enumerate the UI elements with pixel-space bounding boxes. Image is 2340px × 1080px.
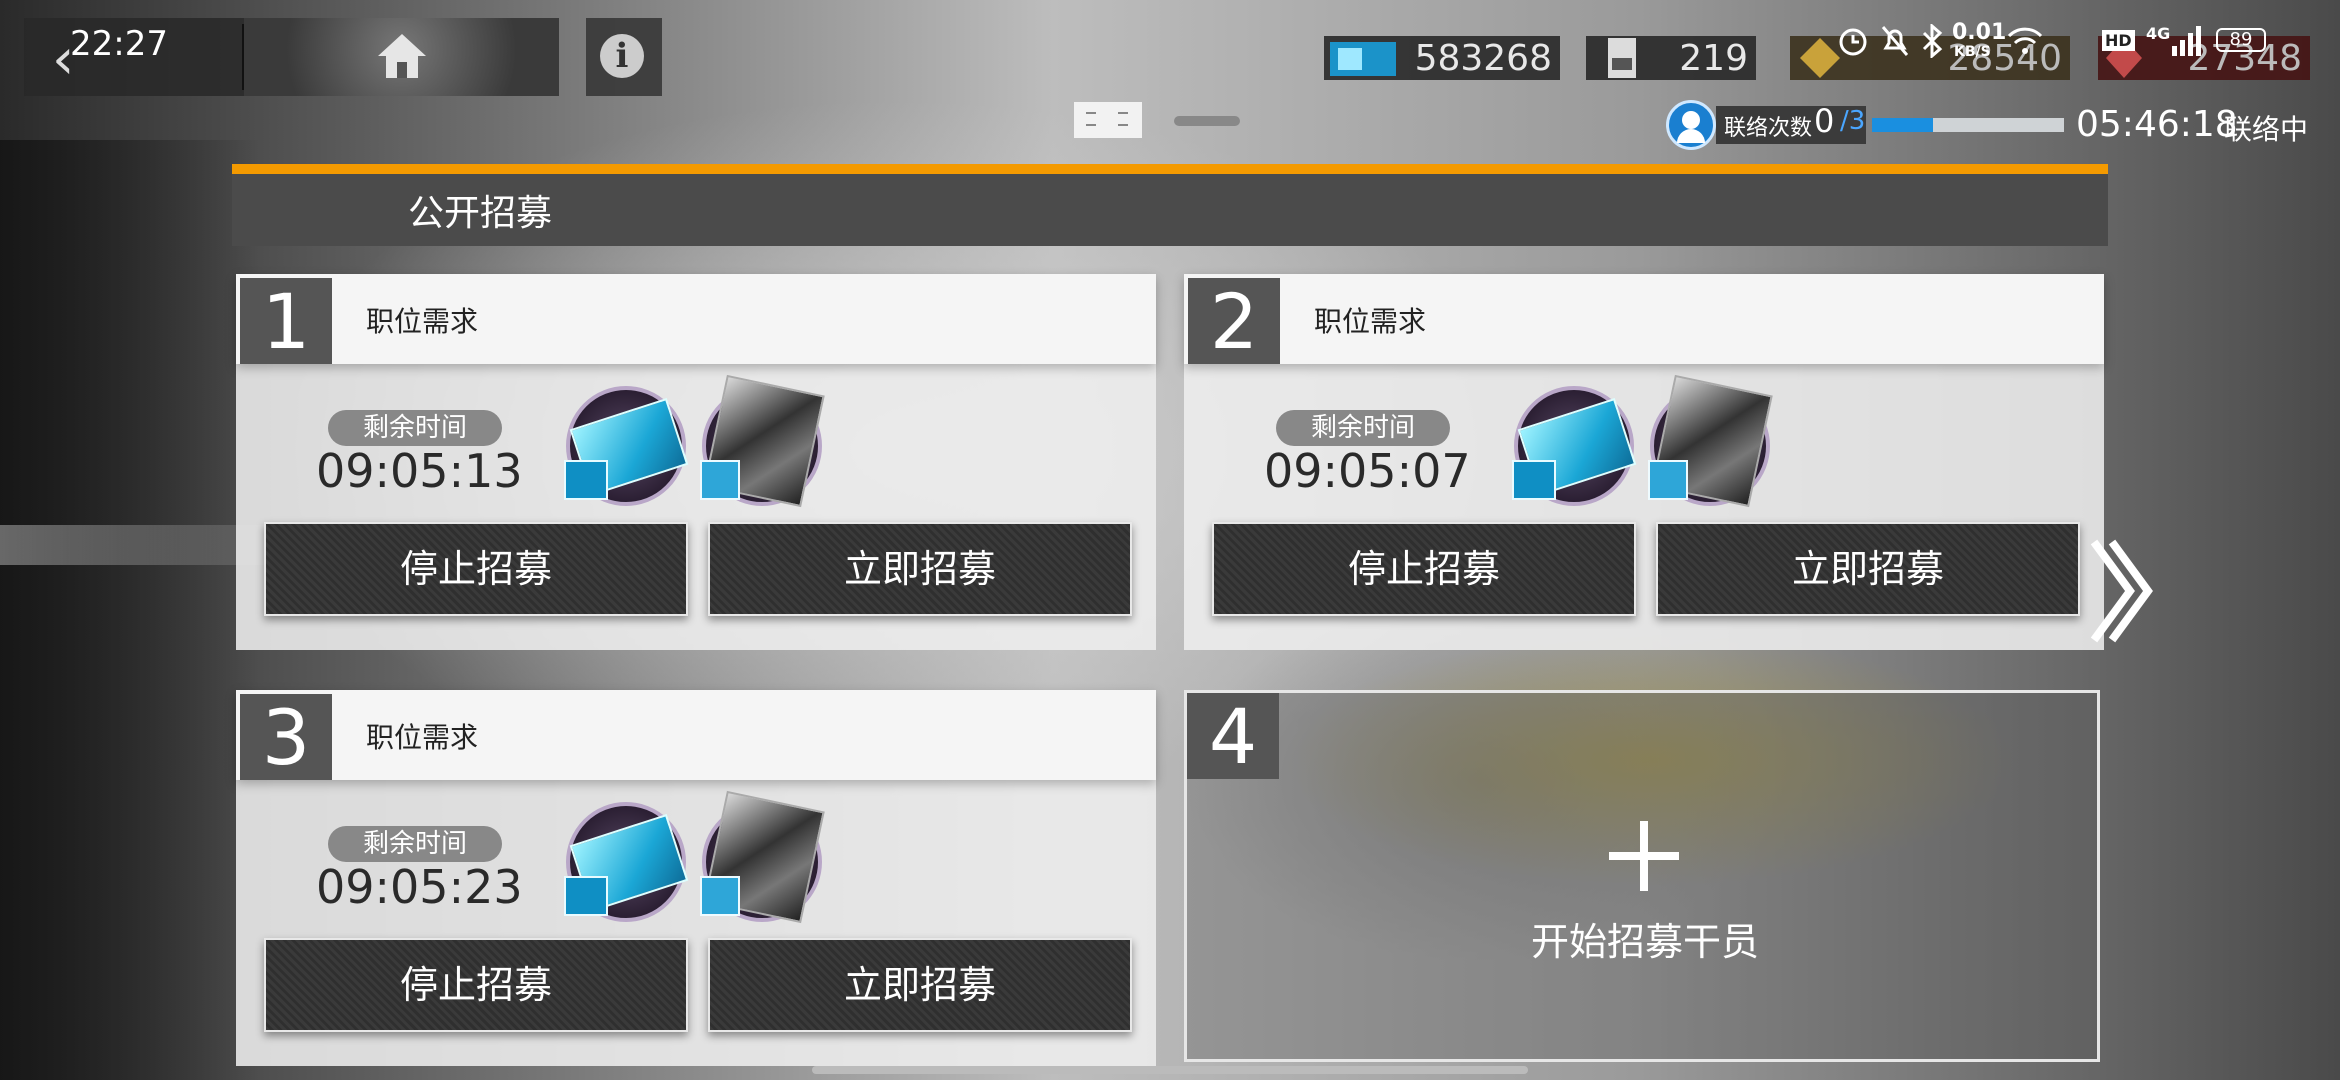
alarm-icon	[1839, 28, 1867, 56]
resource-expedited-plan: 219	[1586, 36, 1756, 80]
expedite-recruit-button[interactable]: 立即招募	[708, 938, 1132, 1032]
slot-number: 1	[240, 278, 332, 366]
recruit-slot-1: 1 职位需求 剩余时间 09:05:13 停止招募 立即招募	[236, 274, 1156, 650]
contact-label: 联络次数	[1724, 116, 1813, 141]
info-icon: i	[600, 34, 644, 78]
expedite-recruit-button[interactable]: 立即招募	[708, 522, 1132, 616]
slot-requirement-label: 职位需求	[1314, 305, 1427, 338]
stop-recruit-button[interactable]: 停止招募	[264, 522, 688, 616]
expedited-plan-item-icon	[700, 802, 822, 922]
contact-total: /3	[1840, 106, 1866, 136]
slot-number: 3	[240, 694, 332, 782]
contact-progress	[1872, 118, 2064, 132]
slot-header: 2 职位需求	[1184, 274, 2104, 366]
section-title: 公开招募	[408, 193, 553, 234]
remaining-time: 09:05:07	[1264, 444, 1471, 498]
signal-icon	[2172, 26, 2201, 56]
slot-header: 1 职位需求	[236, 274, 1156, 366]
stop-recruit-button[interactable]: 停止招募	[1212, 522, 1636, 616]
timer-label: 剩余时间	[1276, 410, 1450, 446]
expedited-plan-item-icon	[700, 386, 822, 506]
hd-badge: HD	[2102, 30, 2135, 51]
home-button[interactable]	[244, 18, 559, 96]
timer-label: 剩余时间	[328, 826, 502, 862]
recruit-slot-2: 2 职位需求 剩余时间 09:05:07 停止招募 立即招募	[1184, 274, 2104, 650]
recruit-slot-3: 3 职位需求 剩余时间 09:05:23 停止招募 立即招募	[236, 690, 1156, 1066]
plus-icon	[1609, 821, 1679, 891]
gesture-bar[interactable]	[812, 1066, 1528, 1074]
home-icon	[378, 34, 426, 78]
info-button[interactable]: i	[586, 18, 662, 96]
timer-label: 剩余时间	[328, 410, 502, 446]
contact-status: 联络中	[2224, 113, 2309, 146]
resource-recruitment-permit: 583268	[1324, 36, 1560, 80]
net-speed-unit: KB/S	[1954, 44, 1991, 60]
resource-value: 583268	[1414, 38, 1552, 79]
bluetooth-icon	[1922, 24, 1943, 58]
resource-value: 219	[1679, 38, 1748, 79]
page-indicator-active[interactable]	[1074, 102, 1142, 138]
section-header: 公开招募	[232, 164, 2108, 246]
top-bar: ‹ 22:27 i 583268 219 28540 27348 0.01 KB…	[0, 0, 2340, 150]
contact-avatar-icon	[1666, 100, 1716, 150]
start-recruit-slot[interactable]: 4 开始招募干员	[1184, 690, 2100, 1062]
slot-header: 3 职位需求	[236, 690, 1156, 782]
slot-number: 4	[1187, 693, 1279, 781]
recruitment-permit-item-icon	[564, 386, 686, 506]
contact-progress-fill	[1872, 118, 1934, 132]
remaining-time: 09:05:13	[316, 444, 523, 498]
contact-count: 0	[1814, 102, 1835, 140]
mute-icon	[1881, 26, 1909, 56]
remaining-time: 09:05:23	[316, 860, 523, 914]
contact-panel[interactable]: 联络次数 0 /3 05:46:18 联络中	[1664, 100, 2340, 152]
slot-requirement-label: 职位需求	[366, 721, 479, 754]
contact-timer: 05:46:18	[2076, 104, 2238, 145]
recruitment-permit-item-icon	[564, 802, 686, 922]
recruitment-permit-icon	[1330, 42, 1396, 76]
wifi-icon	[2007, 27, 2043, 54]
page-indicator[interactable]	[1174, 116, 1240, 126]
battery-icon: 89	[2216, 28, 2266, 52]
network-type: 4G	[2146, 24, 2171, 43]
status-time: 22:27	[70, 24, 168, 64]
slot-number: 2	[1188, 278, 1280, 366]
stop-recruit-button[interactable]: 停止招募	[264, 938, 688, 1032]
recruitment-permit-item-icon	[1512, 386, 1634, 506]
net-speed: 0.01	[1952, 20, 2007, 45]
background-shadow	[0, 140, 260, 1080]
battery-level: 89	[2229, 29, 2253, 50]
expedite-recruit-button[interactable]: 立即招募	[1656, 522, 2080, 616]
start-recruit-label: 开始招募干员	[1530, 920, 1759, 964]
slot-requirement-label: 职位需求	[366, 305, 479, 338]
section-accent-bar	[232, 164, 2108, 174]
expedited-plan-icon	[1608, 38, 1636, 78]
next-page-chevron-icon[interactable]	[2086, 536, 2156, 646]
expedited-plan-item-icon	[1648, 386, 1770, 506]
